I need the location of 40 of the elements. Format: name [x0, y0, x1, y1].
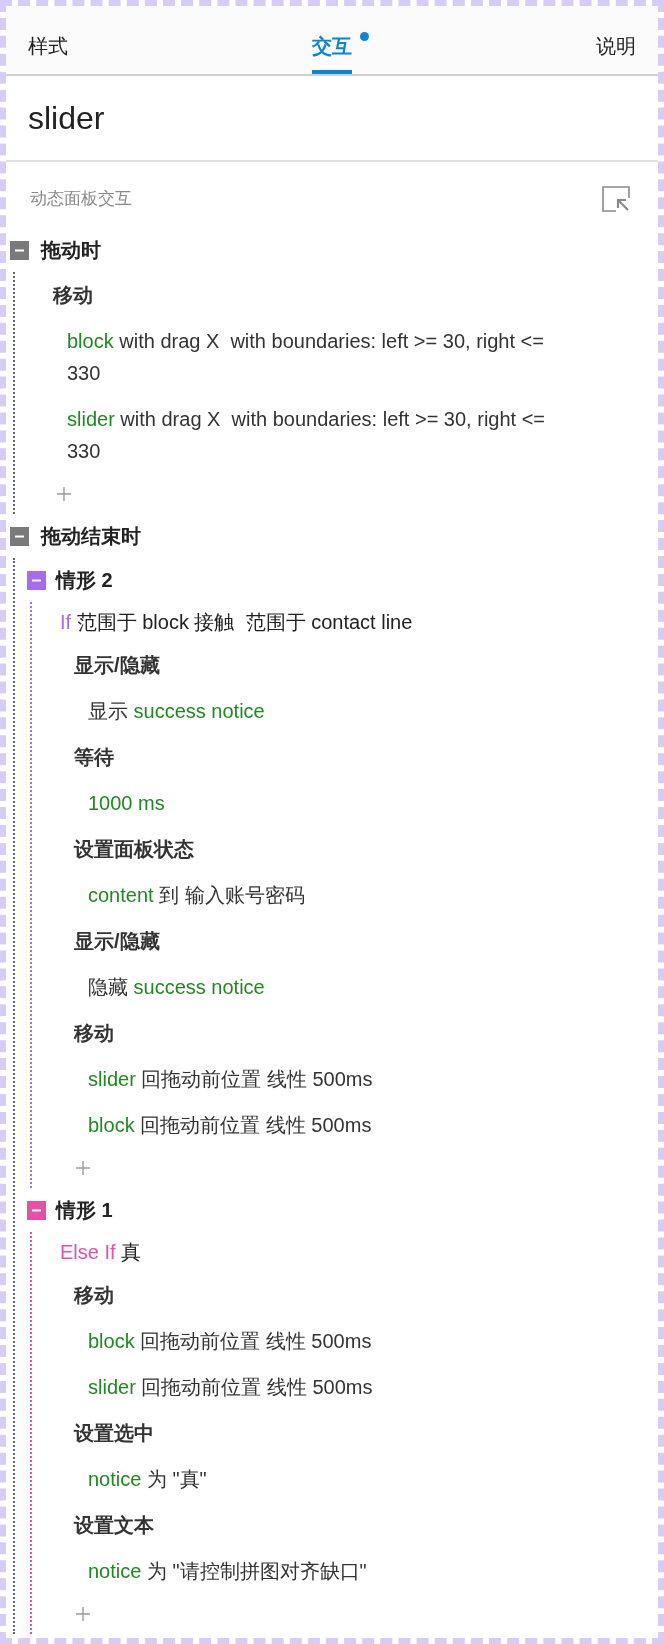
action-name[interactable]: 显示/隐藏 [74, 650, 160, 680]
section-label: 动态面板交互 [30, 188, 132, 211]
action-detail[interactable]: 隐藏 success notice [88, 971, 265, 1003]
action-detail[interactable]: notice 为 "真" [88, 1463, 207, 1495]
action-name[interactable]: 移动 [53, 280, 93, 310]
tab[interactable]: 交互 [312, 22, 352, 74]
add-icon[interactable] [57, 487, 71, 501]
add-icon[interactable] [76, 1607, 90, 1621]
action-name[interactable]: 设置面板状态 [74, 834, 194, 864]
expand-panel-icon[interactable] [602, 186, 630, 212]
action-detail[interactable]: slider 回拖动前位置 线性 500ms [88, 1063, 373, 1095]
case-condition[interactable]: Else If 真 [60, 1237, 142, 1267]
action-name[interactable]: 设置选中 [74, 1418, 154, 1448]
widget-title: slider [28, 99, 105, 138]
action-detail[interactable]: 显示 success notice [88, 695, 265, 727]
action-detail[interactable]: block 回拖动前位置 线性 500ms [88, 1325, 372, 1357]
collapse-icon[interactable] [27, 570, 46, 590]
action-name[interactable]: 移动 [74, 1280, 114, 1310]
add-icon[interactable] [76, 1161, 90, 1175]
case-name[interactable]: 情形 2 [56, 565, 113, 595]
action-detail[interactable]: content 到 输入账号密码 [88, 879, 305, 911]
action-name[interactable]: 显示/隐藏 [74, 926, 160, 956]
case-condition[interactable]: If 范围于 block 接触 范围于 contact line [60, 607, 413, 637]
action-name[interactable]: 等待 [74, 742, 114, 772]
action-name[interactable]: 设置文本 [74, 1510, 154, 1540]
action-detail[interactable]: 1000 ms [88, 787, 165, 819]
action-detail[interactable]: slider 回拖动前位置 线性 500ms [88, 1371, 373, 1403]
action-detail[interactable]: slider with drag X with boundaries: left >= 30, right <= 330 [67, 403, 577, 467]
event-name[interactable]: 拖动结束时 [41, 521, 141, 551]
tab[interactable]: 说明 [596, 22, 636, 74]
action-detail[interactable]: block with drag X with boundaries: left >= 30, right <= 330 [67, 325, 577, 389]
collapse-icon[interactable] [10, 526, 29, 546]
action-detail[interactable]: notice 为 "请控制拼图对齐缺口" [88, 1555, 367, 1587]
collapse-icon[interactable] [27, 1200, 46, 1220]
action-detail[interactable]: block 回拖动前位置 线性 500ms [88, 1109, 372, 1141]
collapse-icon[interactable] [10, 240, 29, 260]
action-name[interactable]: 移动 [74, 1018, 114, 1048]
event-name[interactable]: 拖动时 [41, 235, 101, 265]
case-name[interactable]: 情形 1 [56, 1195, 113, 1225]
tab[interactable]: 样式 [28, 22, 68, 74]
